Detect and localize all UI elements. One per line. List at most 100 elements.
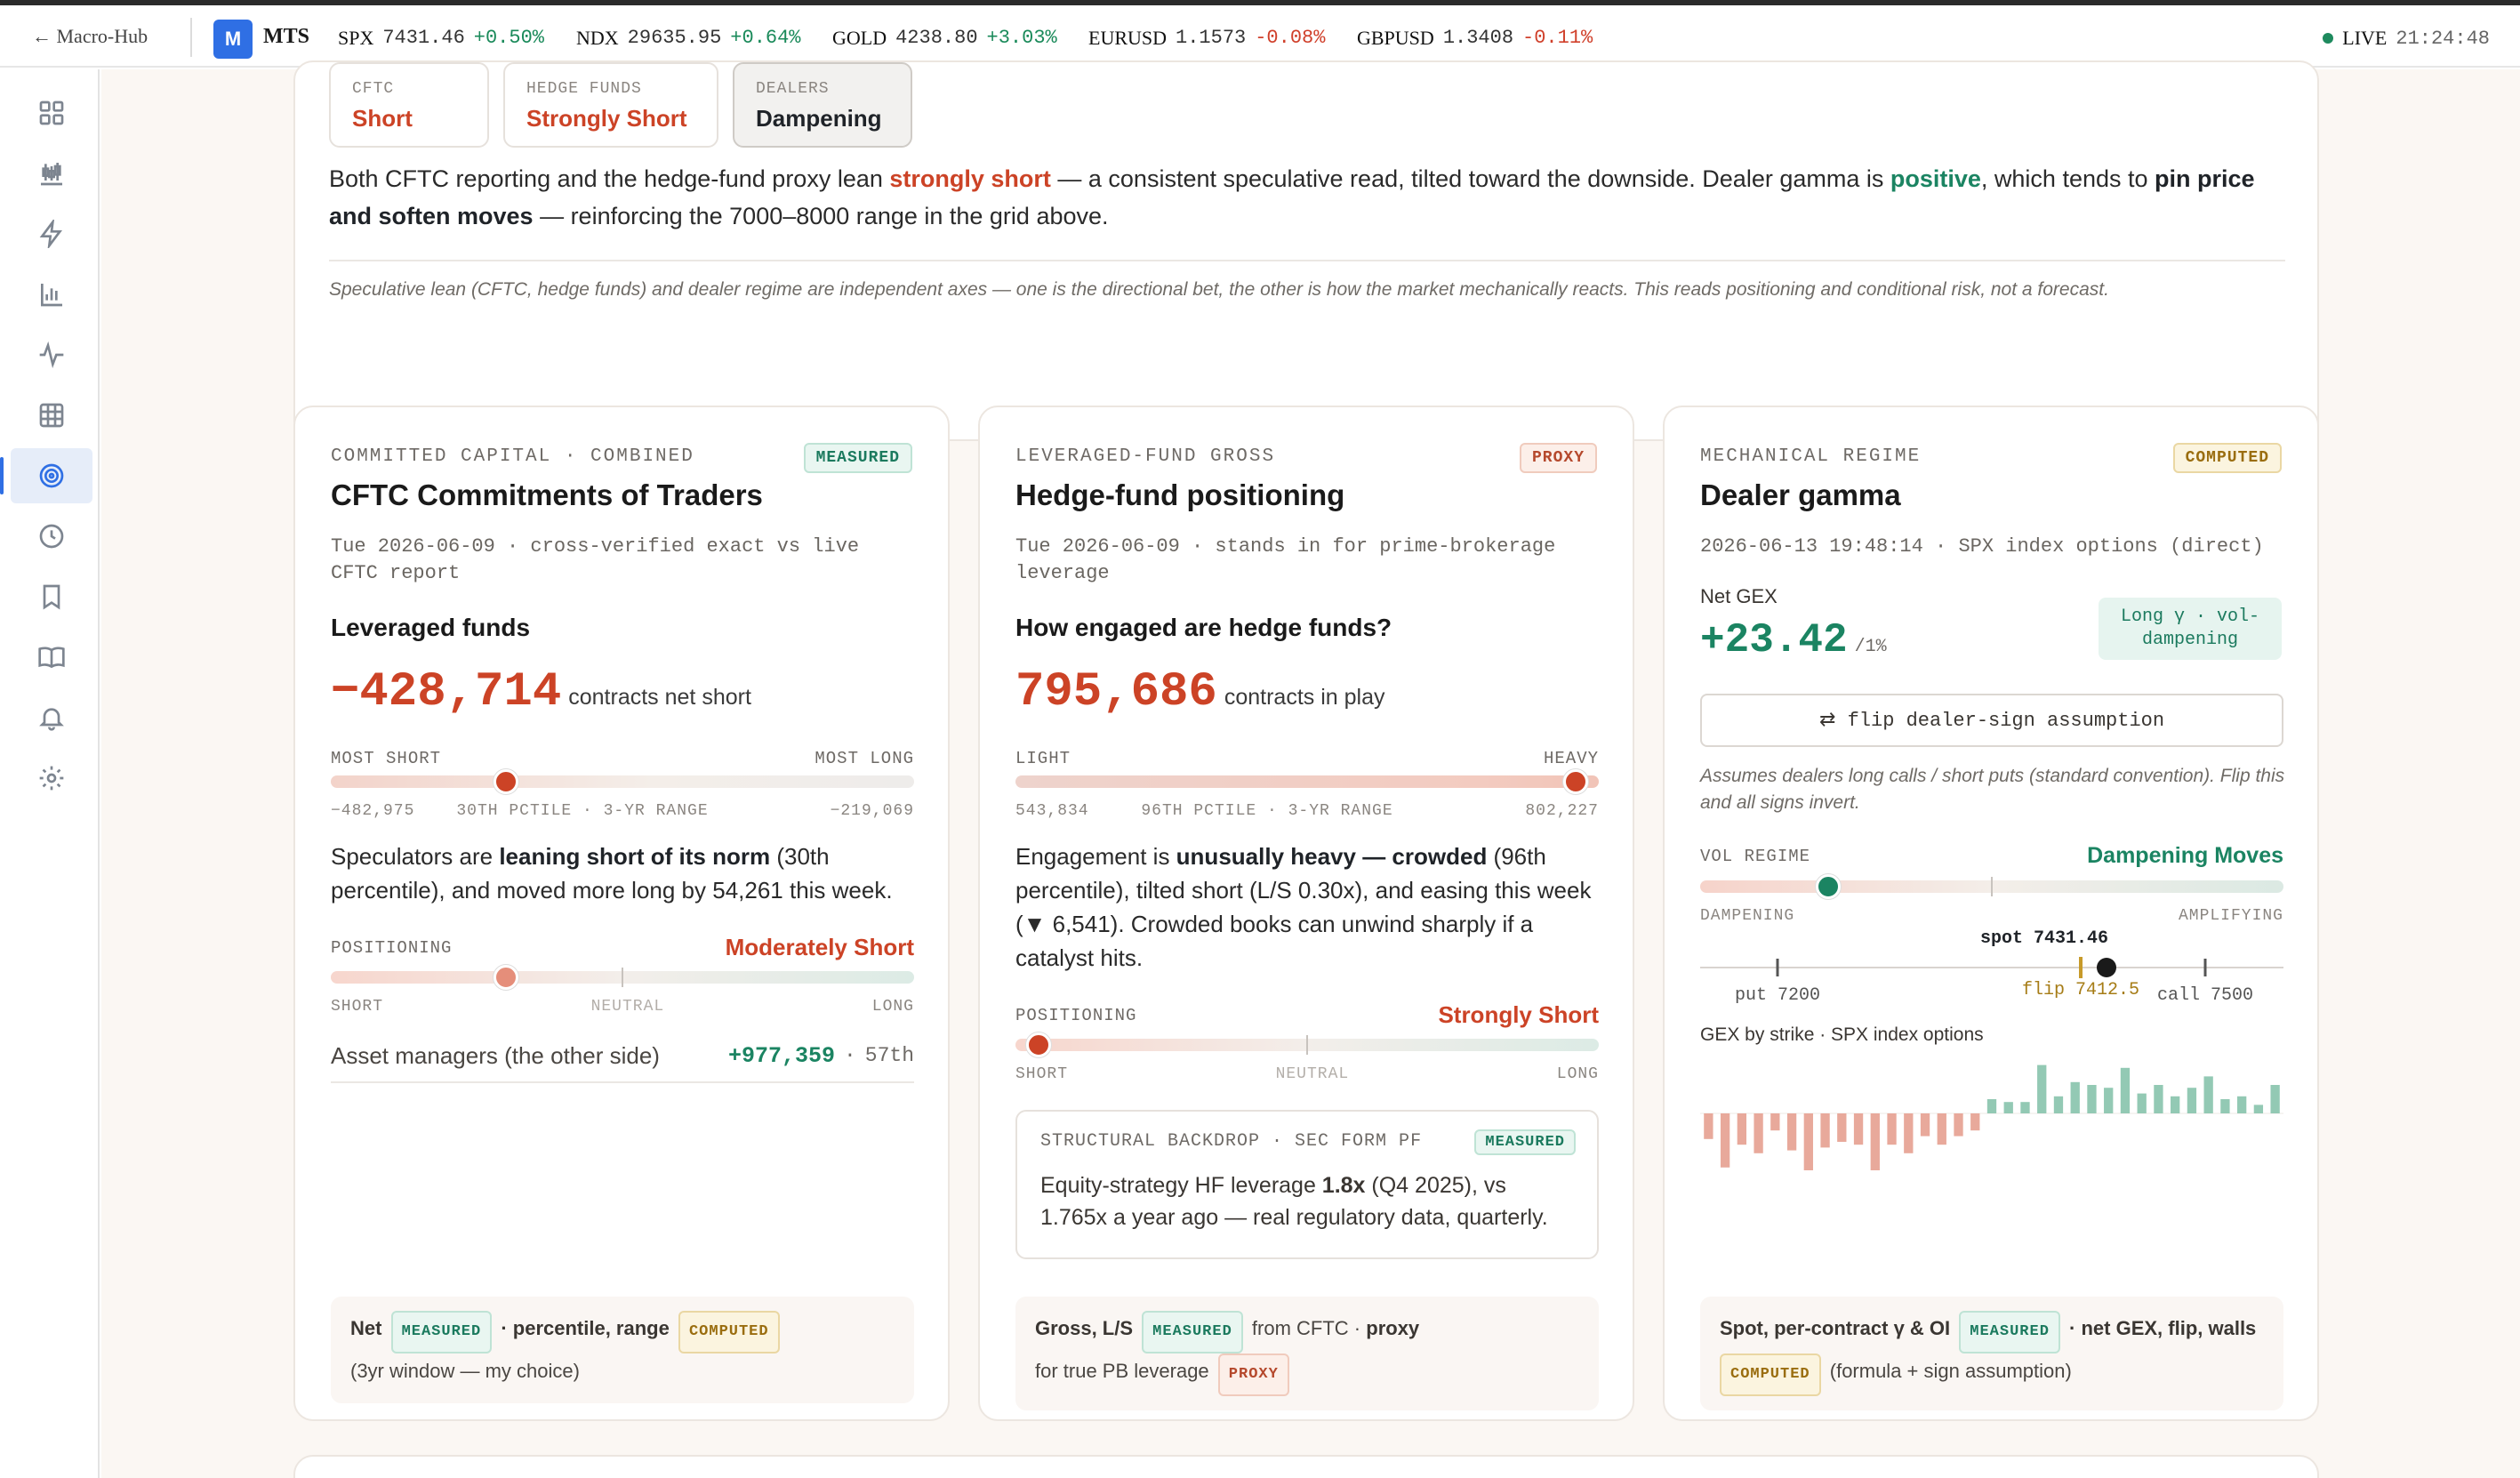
gex-bar (1870, 1113, 1880, 1170)
gex-by-strike-chart (1700, 1064, 2283, 1170)
ticker-change: +0.50% (473, 27, 544, 49)
chip-hedge-funds[interactable]: HEDGE FUNDS Strongly Short (503, 62, 718, 148)
gex-bar (2120, 1067, 2131, 1113)
gex-bar (2236, 1096, 2247, 1113)
gex-bar (1904, 1113, 1914, 1153)
table-icon (39, 403, 64, 428)
sidebar-item-settings[interactable] (11, 751, 92, 806)
sidebar-item-alerts[interactable] (11, 690, 92, 745)
measured-badge: MEASURED (390, 1311, 493, 1353)
ticker-gbpusd[interactable]: GBPUSD 1.3408 -0.11% (1357, 27, 1593, 50)
footer-text: Gross, L/S (1035, 1317, 1134, 1339)
range-scale-labels: MOST SHORT MOST LONG (331, 749, 914, 768)
footer-text: proxy (1366, 1317, 1420, 1339)
footer-note: (3yr window — my choice) (350, 1360, 580, 1382)
scale-right-label: MOST LONG (815, 749, 914, 768)
clock-icon (39, 524, 64, 549)
ticker-gold[interactable]: GOLD 4238.80 +3.03% (832, 27, 1057, 50)
next-panel (293, 1455, 2319, 1478)
spot-marker (2097, 958, 2116, 977)
ticker-eurusd[interactable]: EURUSD 1.1573 -0.08% (1088, 27, 1325, 50)
scale-left-label: MOST SHORT (331, 749, 442, 768)
target-icon (39, 463, 64, 488)
divider (329, 260, 2285, 261)
ticker-ndx[interactable]: NDX 29635.95 +0.64% (576, 27, 801, 50)
footer-text: from CFTC · (1251, 1317, 1361, 1339)
ticker-symbol: NDX (576, 27, 619, 49)
card-title: CFTC Commitments of Traders (331, 478, 763, 511)
gex-chart-title: GEX by strike · SPX index options (1700, 1024, 1984, 1045)
bell-icon (39, 708, 64, 731)
gex-bar (2154, 1085, 2163, 1113)
ticker-change: +3.03% (986, 27, 1057, 49)
dampening-label: DAMPENING (1700, 907, 1795, 925)
net-gex: +23.42 /1% (1700, 617, 1887, 663)
gex-bar (1704, 1113, 1713, 1139)
description-text: Speculators are (331, 843, 500, 870)
asset-managers-label: Asset managers (the other side) (331, 1041, 660, 1069)
back-link[interactable]: ← Macro-Hub (32, 25, 148, 48)
ticker-symbol: EURUSD (1088, 27, 1168, 49)
chip-value: Short (352, 105, 413, 132)
description-text: Engagement is (1015, 843, 1176, 870)
vol-regime-track (1700, 874, 2283, 899)
summary-note: Speculative lean (CFTC, hedge funds) and… (329, 279, 2109, 300)
gex-bar (1970, 1113, 1980, 1131)
sidebar-item-history[interactable] (11, 509, 92, 564)
percentile-track (1015, 769, 1599, 794)
card-eyebrow: LEVERAGED-FUND GROSS (1015, 446, 1276, 467)
positioning-value: Strongly Short (1438, 1001, 1599, 1028)
main-content: CFTC Short HEDGE FUNDS Strongly Short DE… (101, 60, 2520, 1478)
measured-badge: MEASURED (803, 443, 912, 473)
ticker-symbol: GOLD (832, 27, 887, 49)
gex-bar (2220, 1099, 2230, 1113)
footer-text: · net GEX, flip, walls (2069, 1317, 2257, 1339)
card-title: Dealer gamma (1700, 478, 1901, 511)
measured-badge: MEASURED (1959, 1311, 2060, 1353)
percentile-marker (1562, 769, 1588, 794)
sidebar-item-markets[interactable] (11, 146, 92, 201)
sidebar-item-docs[interactable] (11, 630, 92, 685)
scale-right-label: HEAVY (1543, 749, 1599, 768)
flip-sign-button[interactable]: ⇄ flip dealer-sign assumption (1700, 694, 2283, 747)
gex-bar (1720, 1113, 1730, 1168)
vol-regime-scale: DAMPENING AMPLIFYING (1700, 907, 2283, 925)
chip-cftc[interactable]: CFTC Short (329, 62, 489, 148)
data-provenance-footer: Net MEASURED · percentile, range COMPUTE… (331, 1297, 914, 1403)
section-heading: Leveraged funds (331, 614, 531, 641)
gex-bar (1786, 1113, 1797, 1151)
sidebar-item-dashboard[interactable] (11, 85, 92, 141)
scale-left-label: LIGHT (1015, 749, 1071, 768)
lightning-icon (39, 220, 62, 248)
card-eyebrow: MECHANICAL REGIME (1700, 446, 1922, 467)
range-min: 543,834 (1015, 802, 1089, 820)
gex-bar (2037, 1064, 2047, 1113)
percentile-marker (493, 769, 518, 794)
spot-label: spot 7431.46 (1980, 928, 2108, 949)
gex-bar (2187, 1088, 2197, 1113)
positioning-label: POSITIONING (1015, 1005, 1137, 1025)
bookmark-icon (43, 584, 60, 610)
positioning-track (331, 965, 914, 990)
sidebar-item-charts[interactable] (11, 267, 92, 322)
range-scale-labels: LIGHT HEAVY (1015, 749, 1599, 768)
sidebar-item-positioning[interactable] (0, 448, 92, 503)
proxy-badge: PROXY (1519, 443, 1597, 473)
sidebar-item-saved[interactable] (11, 569, 92, 624)
chip-dealers[interactable]: DEALERS Dampening (733, 62, 912, 148)
sidebar-item-signals[interactable] (11, 206, 92, 261)
flip-label: flip 7412.5 (2022, 980, 2139, 1000)
dealer-gamma-card: MECHANICAL REGIME COMPUTED Dealer gamma … (1663, 406, 2319, 1421)
vol-regime-row: VOL REGIME Dampening Moves (1700, 843, 2283, 869)
chip-value: Dampening (756, 105, 882, 132)
gex-bar (1820, 1113, 1830, 1148)
ticker-price: 4238.80 (895, 27, 978, 49)
sidebar-item-activity[interactable] (11, 327, 92, 382)
sidebar-item-tables[interactable] (11, 388, 92, 443)
call-label: call 7500 (2157, 985, 2253, 1003)
ticker-symbol: SPX (338, 27, 374, 49)
ticker-spx[interactable]: SPX 7431.46 +0.50% (338, 27, 544, 50)
summary-text-part: — a consistent speculative read, tilted … (1050, 165, 1890, 192)
net-gex-value: +23.42 (1700, 617, 1848, 663)
summary-text-part: Both CFTC reporting and the hedge-fund p… (329, 165, 890, 192)
